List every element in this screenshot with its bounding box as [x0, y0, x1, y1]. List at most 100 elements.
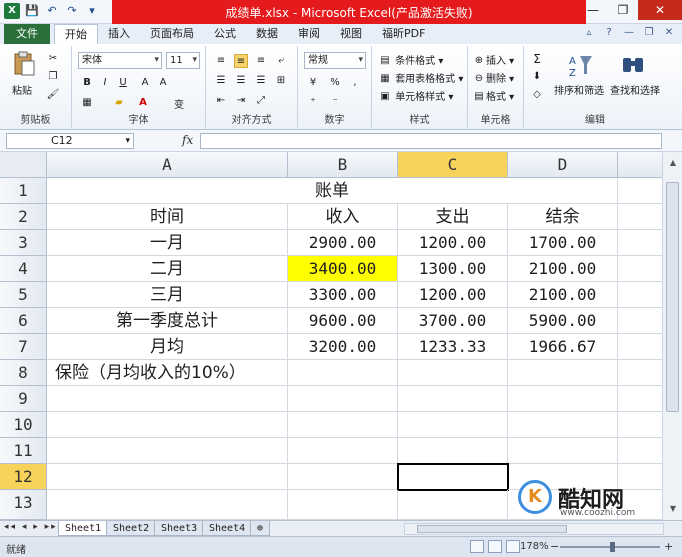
- row-header-2[interactable]: 2: [0, 204, 47, 230]
- cell-empty[interactable]: [47, 386, 288, 412]
- sheet-tab-3[interactable]: Sheet3: [154, 521, 205, 536]
- fill-color-icon[interactable]: ▰: [112, 96, 126, 110]
- format-painter-icon[interactable]: 🖌: [46, 88, 60, 102]
- column-header-a[interactable]: A: [47, 152, 288, 178]
- cell-empty[interactable]: [618, 360, 662, 386]
- cell-value[interactable]: 1200.00: [398, 282, 508, 308]
- align-right-icon[interactable]: ☰: [254, 74, 268, 88]
- column-header-c[interactable]: C: [398, 152, 508, 178]
- zoom-slider-knob[interactable]: [610, 542, 615, 552]
- cell-header-balance[interactable]: 结余: [508, 204, 618, 230]
- cell-value-highlighted[interactable]: 3400.00: [288, 256, 398, 282]
- cell-value[interactable]: 1700.00: [508, 230, 618, 256]
- cell-empty[interactable]: [398, 490, 508, 520]
- active-cell-c12[interactable]: [397, 463, 509, 491]
- cell-empty[interactable]: [288, 438, 398, 464]
- paste-button[interactable]: 粘贴: [12, 82, 32, 97]
- tab-foxit-pdf[interactable]: 福昕PDF: [372, 24, 435, 44]
- align-top-icon[interactable]: ≡: [214, 54, 228, 68]
- cell-empty[interactable]: [618, 386, 662, 412]
- zoom-in-icon[interactable]: +: [664, 540, 673, 553]
- cell-empty[interactable]: [47, 438, 288, 464]
- font-name-combo[interactable]: 宋体: [78, 52, 162, 69]
- sort-filter-icon[interactable]: A Z: [568, 52, 594, 78]
- underline-button[interactable]: U: [116, 76, 130, 90]
- row-header-11[interactable]: 11: [0, 438, 47, 464]
- cell-monthly-average[interactable]: 月均: [47, 334, 288, 360]
- zoom-out-icon[interactable]: −: [550, 540, 559, 553]
- row-header-4[interactable]: 4: [0, 256, 47, 282]
- cell-empty[interactable]: [618, 178, 662, 204]
- fill-icon[interactable]: ⬇: [530, 70, 544, 84]
- save-icon[interactable]: 💾: [24, 3, 40, 19]
- cell-month[interactable]: 三月: [47, 282, 288, 308]
- cell-value[interactable]: 2100.00: [508, 282, 618, 308]
- cell-value[interactable]: 3300.00: [288, 282, 398, 308]
- vertical-scrollbar[interactable]: ▲ ▼: [662, 152, 682, 520]
- cell-empty[interactable]: [618, 204, 662, 230]
- delete-cells-button[interactable]: ⊖ 删除 ▾: [472, 70, 514, 86]
- increase-indent-icon[interactable]: ⇥: [234, 94, 248, 108]
- align-left-icon[interactable]: ☰: [214, 74, 228, 88]
- cell-empty[interactable]: [508, 438, 618, 464]
- phonetic-button[interactable]: 变: [174, 96, 184, 111]
- cell-value[interactable]: 1200.00: [398, 230, 508, 256]
- cell-empty[interactable]: [618, 412, 662, 438]
- merge-center-icon[interactable]: ⊞: [274, 74, 288, 88]
- horizontal-scrollbar[interactable]: [404, 523, 664, 535]
- find-select-button[interactable]: 查找和选择: [610, 82, 660, 97]
- maximize-button[interactable]: ❐: [608, 0, 638, 20]
- normal-view-icon[interactable]: [470, 540, 484, 553]
- row-header-13[interactable]: 13: [0, 490, 47, 520]
- sheet-tab-1[interactable]: Sheet1: [58, 521, 109, 536]
- cell-value[interactable]: 3700.00: [398, 308, 508, 334]
- cell-insurance-note[interactable]: 保险（月均收入的10%）: [47, 360, 288, 386]
- cell-empty[interactable]: [618, 256, 662, 282]
- tab-data[interactable]: 数据: [246, 24, 288, 44]
- autosum-button[interactable]: Σ: [530, 52, 544, 66]
- column-header-d[interactable]: D: [508, 152, 618, 178]
- font-color-icon[interactable]: A: [136, 96, 150, 110]
- cell-empty[interactable]: [288, 464, 398, 490]
- cell-value[interactable]: 9600.00: [288, 308, 398, 334]
- cell-empty[interactable]: [47, 464, 288, 490]
- cell-empty[interactable]: [508, 360, 618, 386]
- sheet-nav-arrows-icon[interactable]: ◂◂ ◂ ▸ ▸▸: [4, 522, 58, 532]
- cell-empty[interactable]: [618, 282, 662, 308]
- sheet-tab-2[interactable]: Sheet2: [106, 521, 157, 536]
- page-break-view-icon[interactable]: [506, 540, 520, 553]
- cell-month[interactable]: 二月: [47, 256, 288, 282]
- conditional-format-button[interactable]: ▤ 条件格式 ▾: [378, 52, 443, 68]
- tab-review[interactable]: 审阅: [288, 24, 330, 44]
- cell-empty[interactable]: [618, 308, 662, 334]
- cell-empty[interactable]: [47, 412, 288, 438]
- cell-empty[interactable]: [618, 334, 662, 360]
- restore-workbook-icon[interactable]: ❐: [642, 26, 656, 40]
- decrease-decimal-icon[interactable]: ⁻: [328, 96, 342, 110]
- clear-icon[interactable]: ◇: [530, 88, 544, 102]
- row-header-5[interactable]: 5: [0, 282, 47, 308]
- copy-icon[interactable]: ❐: [46, 70, 60, 84]
- cell-header-income[interactable]: 收入: [288, 204, 398, 230]
- tab-page-layout[interactable]: 页面布局: [140, 24, 204, 44]
- page-layout-view-icon[interactable]: [488, 540, 502, 553]
- select-all-corner[interactable]: [0, 152, 47, 178]
- bold-button[interactable]: B: [80, 76, 94, 90]
- borders-icon[interactable]: ▦: [80, 96, 94, 110]
- row-header-10[interactable]: 10: [0, 412, 47, 438]
- align-bottom-icon[interactable]: ≡: [254, 54, 268, 68]
- column-header-b[interactable]: B: [288, 152, 398, 178]
- redo-icon[interactable]: ↷: [64, 3, 80, 19]
- cell-styles-button[interactable]: ▣ 单元格样式 ▾: [378, 88, 453, 104]
- number-format-combo[interactable]: 常规: [304, 52, 366, 69]
- cell-empty[interactable]: [398, 360, 508, 386]
- cell-empty[interactable]: [398, 386, 508, 412]
- align-center-icon[interactable]: ☰: [234, 74, 248, 88]
- currency-icon[interactable]: ¥: [306, 76, 320, 90]
- align-middle-icon[interactable]: ≡: [234, 54, 248, 68]
- cell-empty[interactable]: [508, 412, 618, 438]
- row-header-12[interactable]: 12: [0, 464, 47, 490]
- zoom-slider[interactable]: [560, 542, 660, 552]
- increase-font-icon[interactable]: A: [138, 76, 152, 90]
- help-icon[interactable]: ?: [602, 26, 616, 40]
